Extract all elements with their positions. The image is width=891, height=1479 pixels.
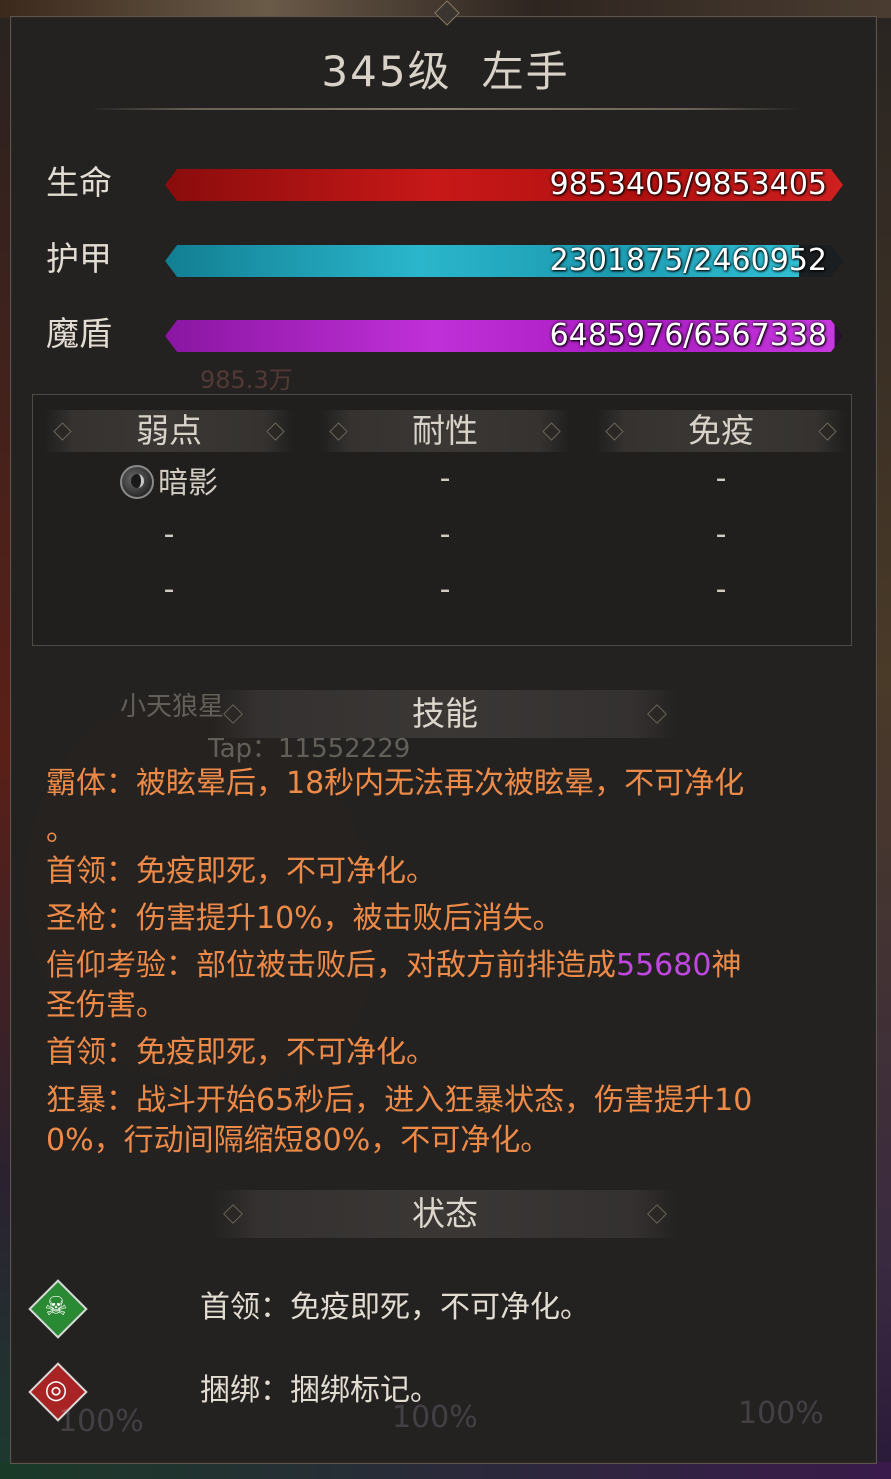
skill-line-with-damage: 信仰考验：部位被击败后，对敌方前排造成55680神 (46, 947, 846, 985)
skull-icon[interactable]: ☠ (28, 1279, 88, 1339)
skill-line: 狂暴：战斗开始65秒后，进入狂暴状态，伤害提升10 (46, 1083, 753, 1118)
weakness-cell: 暗影 (44, 464, 294, 504)
weakness-value: 暗影 (158, 466, 218, 501)
diamond-ornament-icon (223, 1204, 243, 1224)
states-header: 状态 (212, 1190, 678, 1238)
background-edge-right (875, 18, 891, 1479)
diamond-ornament-icon (266, 422, 285, 441)
skill-line: 霸体：被眩晕后，18秒内无法再次被眩晕，不可净化 (46, 766, 745, 801)
armor-bar: 2301875/2460952 (165, 245, 843, 277)
watermark-tap: Tap：11552229 (208, 734, 411, 764)
shadow-icon (120, 465, 154, 499)
hp-label: 生命 (46, 163, 112, 202)
weakness-header-label: 弱点 (136, 411, 202, 450)
background-percent: 100% (738, 1396, 824, 1431)
skill-line: 首领：免疫即死，不可净化。 (46, 854, 436, 889)
immunity-cell: - (715, 517, 727, 552)
boss-title: 345级 左手 (0, 40, 891, 104)
weakness-cell: - (163, 572, 175, 607)
title-divider (90, 108, 800, 110)
background-percent: 100% (392, 1400, 478, 1435)
resistance-cell: - (439, 461, 451, 496)
skill-line: 圣伤害。 (46, 988, 166, 1023)
skill-line: 。 (46, 813, 76, 848)
weakness-header: 弱点 (44, 410, 294, 452)
resistance-header-label: 耐性 (412, 411, 478, 450)
weakness-cell: - (163, 517, 175, 552)
boss-info-panel (10, 16, 877, 1464)
shield-bar: 6485976/6567338 (165, 320, 843, 352)
boss-name: 左手 (481, 47, 570, 96)
skill-line: 0%，行动间隔缩短80%，不可净化。 (46, 1123, 551, 1158)
state-boss-text: 首领：免疫即死，不可净化。 (200, 1290, 590, 1325)
states-header-label: 状态 (412, 1194, 478, 1233)
diamond-ornament-icon (542, 422, 561, 441)
armor-label: 护甲 (46, 239, 112, 278)
skill-text: 神 (711, 948, 742, 983)
immunity-cell: - (715, 572, 727, 607)
boss-info-screen: 345级 左手 生命 9853405/9853405 护甲 2301875/246… (0, 0, 891, 1479)
diamond-ornament-icon (647, 1204, 667, 1224)
background-damage-text: 985.3万 (200, 366, 293, 394)
boss-level: 345级 (321, 47, 452, 96)
immunity-header: 免疫 (596, 410, 846, 452)
skill-line: 圣枪：伤害提升10%，被击败后消失。 (46, 901, 563, 936)
background-percent: 100% (58, 1404, 144, 1439)
diamond-ornament-icon (329, 422, 348, 441)
immunity-header-label: 免疫 (688, 411, 754, 450)
resistance-header: 耐性 (320, 410, 570, 452)
hp-bar: 9853405/9853405 (165, 169, 843, 201)
diamond-ornament-icon (605, 422, 624, 441)
resistance-cell: - (439, 572, 451, 607)
diamond-ornament-icon (53, 422, 72, 441)
diamond-ornament-icon (223, 704, 243, 724)
shield-label: 魔盾 (46, 314, 112, 353)
immunity-cell: - (715, 461, 727, 496)
diamond-ornament-icon (818, 422, 837, 441)
resistance-cell: - (439, 517, 451, 552)
hp-value: 9853405/9853405 (549, 167, 827, 202)
damage-value: 55680 (616, 948, 712, 983)
skills-header-label: 技能 (412, 694, 478, 733)
skill-text: 信仰考验：部位被击败后，对敌方前排造成 (46, 948, 616, 983)
watermark-name: 小天狼星 (120, 692, 225, 722)
armor-value: 2301875/2460952 (549, 243, 827, 278)
skill-line: 首领：免疫即死，不可净化。 (46, 1035, 436, 1070)
shield-value: 6485976/6567338 (549, 318, 827, 353)
background-edge-bottom (0, 1462, 891, 1479)
diamond-ornament-icon (647, 704, 667, 724)
